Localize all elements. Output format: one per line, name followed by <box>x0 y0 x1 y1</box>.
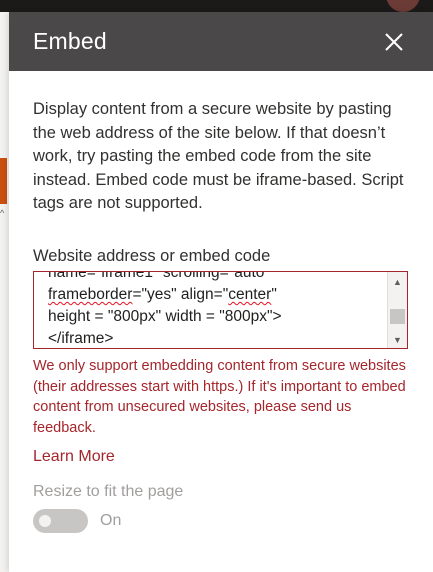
close-icon <box>385 33 403 51</box>
resize-to-fit-label: Resize to fit the page <box>33 483 184 500</box>
toggle-knob <box>39 515 51 527</box>
embed-field-label: Website address or embed code <box>33 247 271 265</box>
embed-code-line: name="iframe1" scrolling="auto" <box>48 271 270 281</box>
spellcheck-word: center <box>228 286 272 303</box>
top-bar <box>0 0 433 12</box>
scrollbar-thumb[interactable] <box>390 309 405 324</box>
scroll-down-icon[interactable]: ▼ <box>388 332 407 348</box>
resize-toggle[interactable] <box>33 509 88 533</box>
background-accent-bar <box>0 158 7 204</box>
embed-code-line: height = "800px" width = "800px"> <box>48 308 282 325</box>
close-button[interactable] <box>377 25 411 59</box>
scroll-up-icon[interactable]: ▲ <box>388 274 407 290</box>
embed-code-text[interactable]: name="iframe1" scrolling="auto" framebor… <box>48 271 378 348</box>
toggle-state-label: On <box>100 512 122 529</box>
learn-more-link[interactable]: Learn More <box>33 448 115 466</box>
panel-header: Embed <box>9 12 433 71</box>
embed-code-line: </iframe> <box>48 330 114 347</box>
error-message: We only support embedding content from s… <box>33 358 406 436</box>
panel-title: Embed <box>33 28 107 54</box>
avatar[interactable] <box>386 0 420 12</box>
embed-code-line: " <box>271 286 277 303</box>
embed-code-line: ="yes" align=" <box>132 286 229 303</box>
chevron-up-icon: ^ <box>0 208 5 218</box>
background-page-edge <box>0 12 9 572</box>
embed-panel: Embed Display content from a secure webs… <box>9 12 433 572</box>
panel-description: Display content from a secure website by… <box>33 100 404 212</box>
spellcheck-word: frameborder <box>48 286 133 303</box>
embed-code-textarea[interactable]: name="iframe1" scrolling="auto" framebor… <box>33 271 408 349</box>
textarea-scrollbar[interactable]: ▲ ▼ <box>387 272 407 348</box>
